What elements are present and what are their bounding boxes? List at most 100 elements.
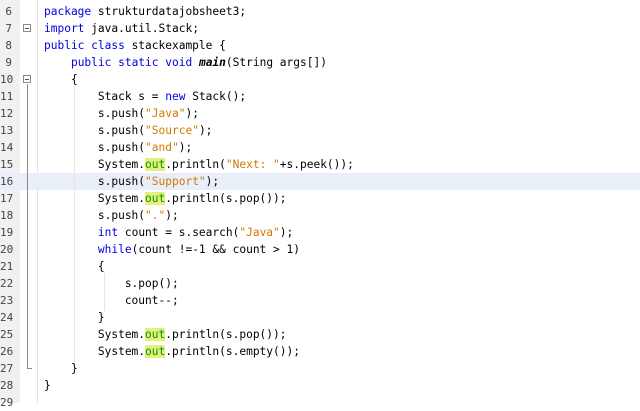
code-line[interactable]: 12 s.push("Java"); <box>0 105 640 122</box>
line-number: 12 <box>0 107 14 120</box>
fold-end-marker <box>27 368 32 369</box>
line-number: 11 <box>0 90 14 103</box>
code-text: int count = s.search("Java"); <box>44 224 293 241</box>
line-number: 10 <box>0 73 14 86</box>
fold-range-line <box>27 84 28 369</box>
code-text: { <box>44 71 78 88</box>
code-line[interactable]: 19 int count = s.search("Java"); <box>0 224 640 241</box>
line-number: 19 <box>0 226 14 239</box>
code-token: ); <box>198 124 213 137</box>
keyword-token: public static void <box>70 56 193 69</box>
code-line[interactable]: 9 public static void main(String args[]) <box>0 54 640 71</box>
code-text: System.out.println(s.pop()); <box>44 326 287 343</box>
keyword-token: int <box>97 226 119 239</box>
line-number: 25 <box>0 328 14 341</box>
code-line[interactable]: 7 import java.util.Stack; <box>0 20 640 37</box>
code-text: System.out.println("Next: "+s.peek()); <box>44 156 354 173</box>
code-line[interactable]: 21 { <box>0 258 640 275</box>
code-line[interactable]: 11 Stack s = new Stack(); <box>0 88 640 105</box>
code-token: .println(s.pop()); <box>165 192 287 205</box>
line-number: 22 <box>0 277 14 290</box>
indent-guide <box>104 273 105 311</box>
line-number: 18 <box>0 209 14 222</box>
string-token: "and" <box>145 141 179 154</box>
code-line[interactable]: 23 count--; <box>0 292 640 309</box>
code-token: java.util.Stack; <box>84 22 199 35</box>
code-token: .println(s.empty()); <box>165 345 300 358</box>
code-text: public static void main(String args[]) <box>44 54 327 71</box>
code-text: s.push("Source"); <box>44 122 213 139</box>
code-line[interactable]: 17 System.out.println(s.pop()); <box>0 190 640 207</box>
field-token: out <box>145 328 166 341</box>
field-token: out <box>145 158 166 171</box>
code-token: System. <box>44 345 146 358</box>
code-token: count = s.search( <box>118 226 240 239</box>
keyword-token: package <box>44 5 92 18</box>
line-number: 26 <box>0 345 14 358</box>
line-number: 21 <box>0 260 14 273</box>
code-token: ); <box>279 226 294 239</box>
line-number: 8 <box>5 39 12 52</box>
code-token: s.pop(); <box>44 277 179 290</box>
code-token: count--; <box>44 294 179 307</box>
code-text: System.out.println(s.empty()); <box>44 343 300 360</box>
code-token: s.push( <box>44 124 146 137</box>
code-token: ); <box>185 107 199 120</box>
string-token: "Java" <box>239 226 280 239</box>
keyword-token: while <box>97 243 132 256</box>
code-token: .println(s.pop()); <box>165 328 287 341</box>
line-number: 20 <box>0 243 14 256</box>
code-token: } <box>44 362 78 375</box>
code-text: } <box>44 360 78 377</box>
code-token: ); <box>178 141 193 154</box>
code-line[interactable]: 18 s.push("."); <box>0 207 640 224</box>
fold-toggle-icon[interactable] <box>23 75 31 83</box>
code-token: stackexample { <box>124 39 226 52</box>
line-number: 16 <box>0 175 14 188</box>
code-text: count--; <box>44 292 179 309</box>
code-line[interactable]: 27 } <box>0 360 640 377</box>
code-text: while(count !=-1 && count > 1) <box>44 241 300 258</box>
indent-guide <box>74 86 75 362</box>
code-line[interactable]: 24 } <box>0 309 640 326</box>
string-token: "Support" <box>145 175 206 188</box>
code-token: s.push( <box>44 175 146 188</box>
code-text: System.out.println(s.pop()); <box>44 190 287 207</box>
code-line[interactable]: 6 package strukturdatajobsheet3; <box>0 3 640 20</box>
code-text: s.push("."); <box>44 207 179 224</box>
code-line[interactable]: 13 s.push("Source"); <box>0 122 640 139</box>
code-line[interactable]: 25 System.out.println(s.pop()); <box>0 326 640 343</box>
code-token: System. <box>44 192 146 205</box>
line-number: 14 <box>0 141 14 154</box>
code-line[interactable]: 16 s.push("Support"); <box>0 173 640 190</box>
fold-toggle-icon[interactable] <box>23 24 31 32</box>
code-text: } <box>44 377 51 394</box>
code-line[interactable]: 22 s.pop(); <box>0 275 640 292</box>
code-token: { <box>44 73 78 86</box>
code-token: main <box>198 56 226 69</box>
code-line[interactable]: 26 System.out.println(s.empty()); <box>0 343 640 360</box>
code-text: import java.util.Stack; <box>44 20 199 37</box>
code-line[interactable]: 14 s.push("and"); <box>0 139 640 156</box>
code-line[interactable]: 28} <box>0 377 640 394</box>
code-token: System. <box>44 158 146 171</box>
code-token: } <box>44 379 51 392</box>
line-number: 23 <box>0 294 14 307</box>
code-line[interactable]: 8 public class stackexample { <box>0 37 640 54</box>
code-line[interactable]: 15 System.out.println("Next: "+s.peek())… <box>0 156 640 173</box>
code-line[interactable]: 10 { <box>0 71 640 88</box>
code-line[interactable]: 20 while(count !=-1 && count > 1) <box>0 241 640 258</box>
code-text: s.pop(); <box>44 275 179 292</box>
line-number: 28 <box>0 379 14 392</box>
field-token: out <box>145 345 166 358</box>
line-number: 15 <box>0 158 14 171</box>
line-number: 7 <box>5 22 12 35</box>
code-token: ); <box>205 175 220 188</box>
keyword-token: public class <box>44 39 125 52</box>
code-token: Stack s = <box>44 90 166 103</box>
line-number: 17 <box>0 192 14 205</box>
code-token: (count !=-1 && count > 1) <box>131 243 300 256</box>
